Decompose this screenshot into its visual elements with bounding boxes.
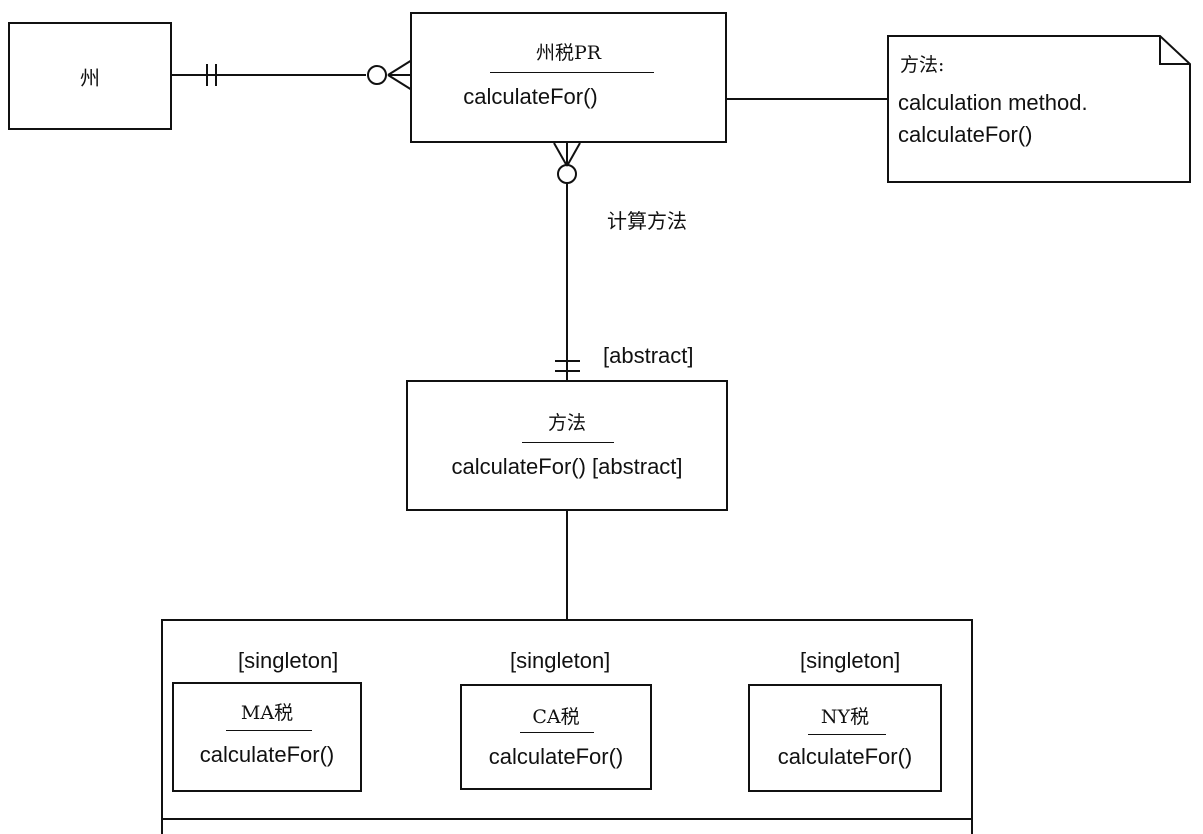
state-tax-pr-class: 州税PR calculateFor() [410, 12, 727, 143]
ca-tax-class: CA税 calculateFor() [460, 684, 652, 790]
taxpr-optional-circle [367, 65, 387, 85]
method-class-divider [522, 442, 614, 443]
note-heading: 方法: [900, 54, 945, 76]
taxpr-crowfoot-top [387, 59, 413, 76]
method-optional-circle [557, 164, 577, 184]
ca-tax-method: calculateFor() [488, 744, 624, 769]
ny-tax-class: NY税 calculateFor() [748, 684, 942, 792]
relationship-label: 计算方法 [607, 209, 687, 233]
note-line-1: calculation method. [898, 90, 1088, 115]
method-class: 方法 calculateFor() [abstract] [406, 380, 728, 511]
ca-tax-stereotype: [singleton] [510, 648, 611, 673]
ny-tax-method: calculateFor() [777, 744, 913, 769]
method-class-title: 方法 [547, 412, 586, 434]
ny-tax-divider [808, 734, 886, 735]
ma-tax-stereotype: [singleton] [238, 648, 339, 673]
abstract-marker-label: [abstract] [603, 343, 694, 368]
method-class-method: calculateFor() [abstract] [451, 454, 683, 479]
ny-tax-title: NY税 [820, 706, 870, 728]
taxpr-crowfoot-right [566, 142, 581, 167]
ma-tax-title: MA税 [240, 702, 294, 724]
ca-tax-title: CA税 [532, 706, 580, 728]
class-diagram: 州 州税PR calculateFor() 方法: calculation me… [0, 0, 1203, 834]
ma-tax-method: calculateFor() [199, 742, 335, 767]
state-tax-pr-divider [490, 72, 654, 73]
state-tax-pr-title: 州税PR [535, 42, 602, 64]
ny-tax-stereotype: [singleton] [800, 648, 901, 673]
ma-tax-class: MA税 calculateFor() [172, 682, 362, 792]
state-tax-pr-method: calculateFor() [463, 84, 598, 109]
note-line-2: calculateFor() [898, 122, 1033, 147]
ca-tax-divider [520, 732, 594, 733]
ma-tax-divider [226, 730, 312, 731]
state-entity-title: 州 [80, 66, 100, 90]
taxpr-crowfoot-left [553, 142, 568, 167]
state-entity: 州 [8, 22, 172, 130]
